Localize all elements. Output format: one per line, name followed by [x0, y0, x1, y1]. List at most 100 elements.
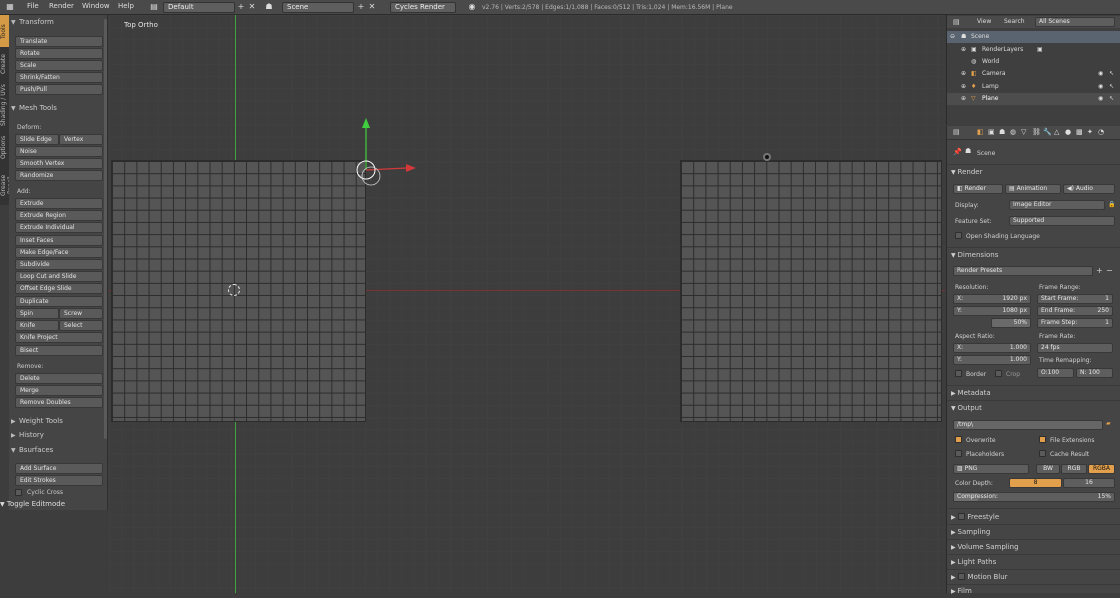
panel-header-weight-tools[interactable]: ▶ Weight Tools: [11, 416, 105, 427]
frame-rate-select[interactable]: 24 fps: [1037, 343, 1113, 353]
add-surface-button[interactable]: Add Surface: [15, 463, 103, 474]
panel-header-motion-blur[interactable]: ▶ Motion Blur: [951, 571, 1117, 583]
outliner-search-menu[interactable]: Search: [1004, 16, 1025, 28]
display-select[interactable]: Image Editor: [1009, 200, 1105, 210]
placeholders-checkbox[interactable]: [955, 450, 962, 457]
expand-icon[interactable]: ⊕: [961, 68, 966, 80]
scene-icon[interactable]: ☗: [263, 2, 275, 13]
manipulator-x-axis[interactable]: [365, 167, 408, 171]
scene-tab-icon[interactable]: ☗: [999, 128, 1005, 136]
edit-strokes-button[interactable]: Edit Strokes: [15, 475, 103, 486]
remove-preset-icon[interactable]: −: [1106, 266, 1113, 275]
texture-tab-icon[interactable]: ▩: [1076, 128, 1083, 136]
smooth-vertex-button[interactable]: Smooth Vertex: [15, 158, 103, 169]
extrude-individual-button[interactable]: Extrude Individual: [15, 222, 103, 233]
make-edge-face-button[interactable]: Make Edge/Face: [15, 247, 103, 258]
transform-manipulator[interactable]: [349, 115, 429, 195]
panel-header-dimensions[interactable]: ▼ Dimensions: [951, 249, 1117, 261]
offset-edge-slide-button[interactable]: Offset Edge Slide: [15, 283, 103, 294]
rotate-button[interactable]: Rotate: [15, 48, 103, 59]
crop-checkbox[interactable]: [995, 370, 1002, 377]
tab-options[interactable]: Options: [0, 131, 9, 163]
freestyle-checkbox[interactable]: [957, 513, 965, 520]
folder-icon[interactable]: ▰: [1106, 420, 1111, 427]
panel-header-output[interactable]: ▼ Output: [951, 402, 1117, 414]
shelf-scrollbar[interactable]: [104, 19, 107, 439]
constraints-tab-icon[interactable]: ⛓: [1032, 128, 1041, 136]
panel-header-transform[interactable]: ▼ Transform: [11, 17, 105, 28]
selectable-arrow-icon[interactable]: ↖: [1109, 81, 1114, 93]
audio-button[interactable]: ◀) Audio: [1063, 184, 1115, 194]
scale-button[interactable]: Scale: [15, 60, 103, 71]
translate-button[interactable]: Translate: [15, 36, 103, 47]
selectable-arrow-icon[interactable]: ↖: [1109, 68, 1114, 80]
cache-result-checkbox[interactable]: [1039, 450, 1046, 457]
border-checkbox[interactable]: [955, 370, 962, 377]
menu-help[interactable]: Help: [118, 2, 134, 10]
outliner-row-scene[interactable]: ⊖ ☗ Scene: [947, 31, 1120, 43]
properties-editor-icon[interactable]: ▤: [953, 128, 960, 136]
render-button[interactable]: ◧ Render: [953, 184, 1003, 194]
file-format-select[interactable]: ▨ PNG: [953, 464, 1029, 474]
visibility-eye-icon[interactable]: ◉: [1098, 68, 1103, 80]
particles-tab-icon[interactable]: ✦: [1087, 128, 1093, 136]
remap-new-field[interactable]: N: 100: [1076, 368, 1113, 378]
outliner-row-plane[interactable]: ⊕ ▽ Plane ◉ ↖: [947, 93, 1120, 105]
shrink-fatten-button[interactable]: Shrink/Fatten: [15, 72, 103, 83]
motion-blur-checkbox[interactable]: [957, 573, 965, 580]
panel-header-light-paths[interactable]: ▶ Light Paths: [951, 556, 1117, 568]
render-engine-select[interactable]: Cycles Render: [390, 2, 456, 13]
physics-tab-icon[interactable]: ◔: [1098, 128, 1104, 136]
expand-icon[interactable]: ⊕: [961, 44, 966, 56]
spin-button[interactable]: Spin: [15, 308, 59, 319]
slide-edge-button[interactable]: Slide Edge: [15, 134, 59, 145]
lock-icon[interactable]: 🔒: [1108, 201, 1115, 208]
tab-create[interactable]: Create: [0, 49, 9, 79]
editor-type-icon[interactable]: ▦: [4, 2, 16, 13]
tab-tools[interactable]: Tools: [0, 18, 9, 46]
expand-icon[interactable]: ⊕: [961, 93, 966, 105]
randomize-button[interactable]: Randomize: [15, 170, 103, 181]
data-tab-icon[interactable]: △: [1054, 128, 1059, 136]
render-presets-select[interactable]: Render Presets: [953, 266, 1093, 276]
knife-project-button[interactable]: Knife Project: [15, 332, 103, 343]
panel-header-freestyle[interactable]: ▶ Freestyle: [951, 511, 1117, 523]
render-tab-icon[interactable]: ◧: [977, 128, 984, 136]
frame-step-field[interactable]: Frame Step: 1: [1037, 318, 1113, 328]
outliner-filter-select[interactable]: All Scenes: [1035, 17, 1115, 27]
knife-button[interactable]: Knife: [15, 320, 59, 331]
animation-button[interactable]: ▤ Animation: [1005, 184, 1061, 194]
3d-viewport[interactable]: Top Ortho: [109, 15, 945, 593]
panel-header-bsurfaces[interactable]: ▼ Bsurfaces: [11, 445, 105, 456]
start-frame-field[interactable]: Start Frame: 1: [1037, 294, 1113, 304]
loop-cut-button[interactable]: Loop Cut and Slide: [15, 271, 103, 282]
panel-header-render[interactable]: ▼ Render: [951, 166, 1117, 178]
outliner-row-camera[interactable]: ⊕ ◧ Camera ◉ ↖: [947, 68, 1120, 80]
add-preset-icon[interactable]: +: [1096, 266, 1103, 275]
panel-header-film[interactable]: ▶ Film: [951, 585, 1117, 597]
resolution-x-field[interactable]: X: 1920 px: [953, 294, 1031, 304]
resolution-y-field[interactable]: Y: 1080 px: [953, 306, 1031, 316]
manipulator-x-arrow-icon[interactable]: [406, 164, 416, 172]
extrude-button[interactable]: Extrude: [15, 198, 103, 209]
lamp-icon[interactable]: [763, 153, 771, 161]
tab-grease-pencil[interactable]: Grease Pencil: [0, 165, 14, 205]
selectable-arrow-icon[interactable]: ↖: [1109, 93, 1114, 105]
push-pull-button[interactable]: Push/Pull: [15, 84, 103, 95]
panel-header-volume-sampling[interactable]: ▶ Volume Sampling: [951, 541, 1117, 553]
outliner-editor-icon[interactable]: ▤: [953, 16, 960, 28]
menu-file[interactable]: File: [27, 2, 39, 10]
panel-header-sampling[interactable]: ▶ Sampling: [951, 526, 1117, 538]
object-tab-icon[interactable]: ▽: [1021, 128, 1026, 136]
remove-doubles-button[interactable]: Remove Doubles: [15, 397, 103, 408]
screen-layout-field[interactable]: Default: [163, 2, 235, 13]
world-tab-icon[interactable]: ◍: [1010, 128, 1016, 136]
end-frame-field[interactable]: End Frame: 250: [1037, 306, 1113, 316]
panel-header-mesh-tools[interactable]: ▼ Mesh Tools: [11, 103, 105, 114]
outliner-view-menu[interactable]: View: [977, 16, 991, 28]
inset-faces-button[interactable]: Inset Faces: [15, 235, 103, 246]
screen-layout-icon[interactable]: ▤: [148, 2, 160, 13]
color-rgba-button[interactable]: RGBA: [1088, 464, 1115, 474]
aspect-y-field[interactable]: Y: 1.000: [953, 355, 1031, 365]
extrude-region-button[interactable]: Extrude Region: [15, 210, 103, 221]
